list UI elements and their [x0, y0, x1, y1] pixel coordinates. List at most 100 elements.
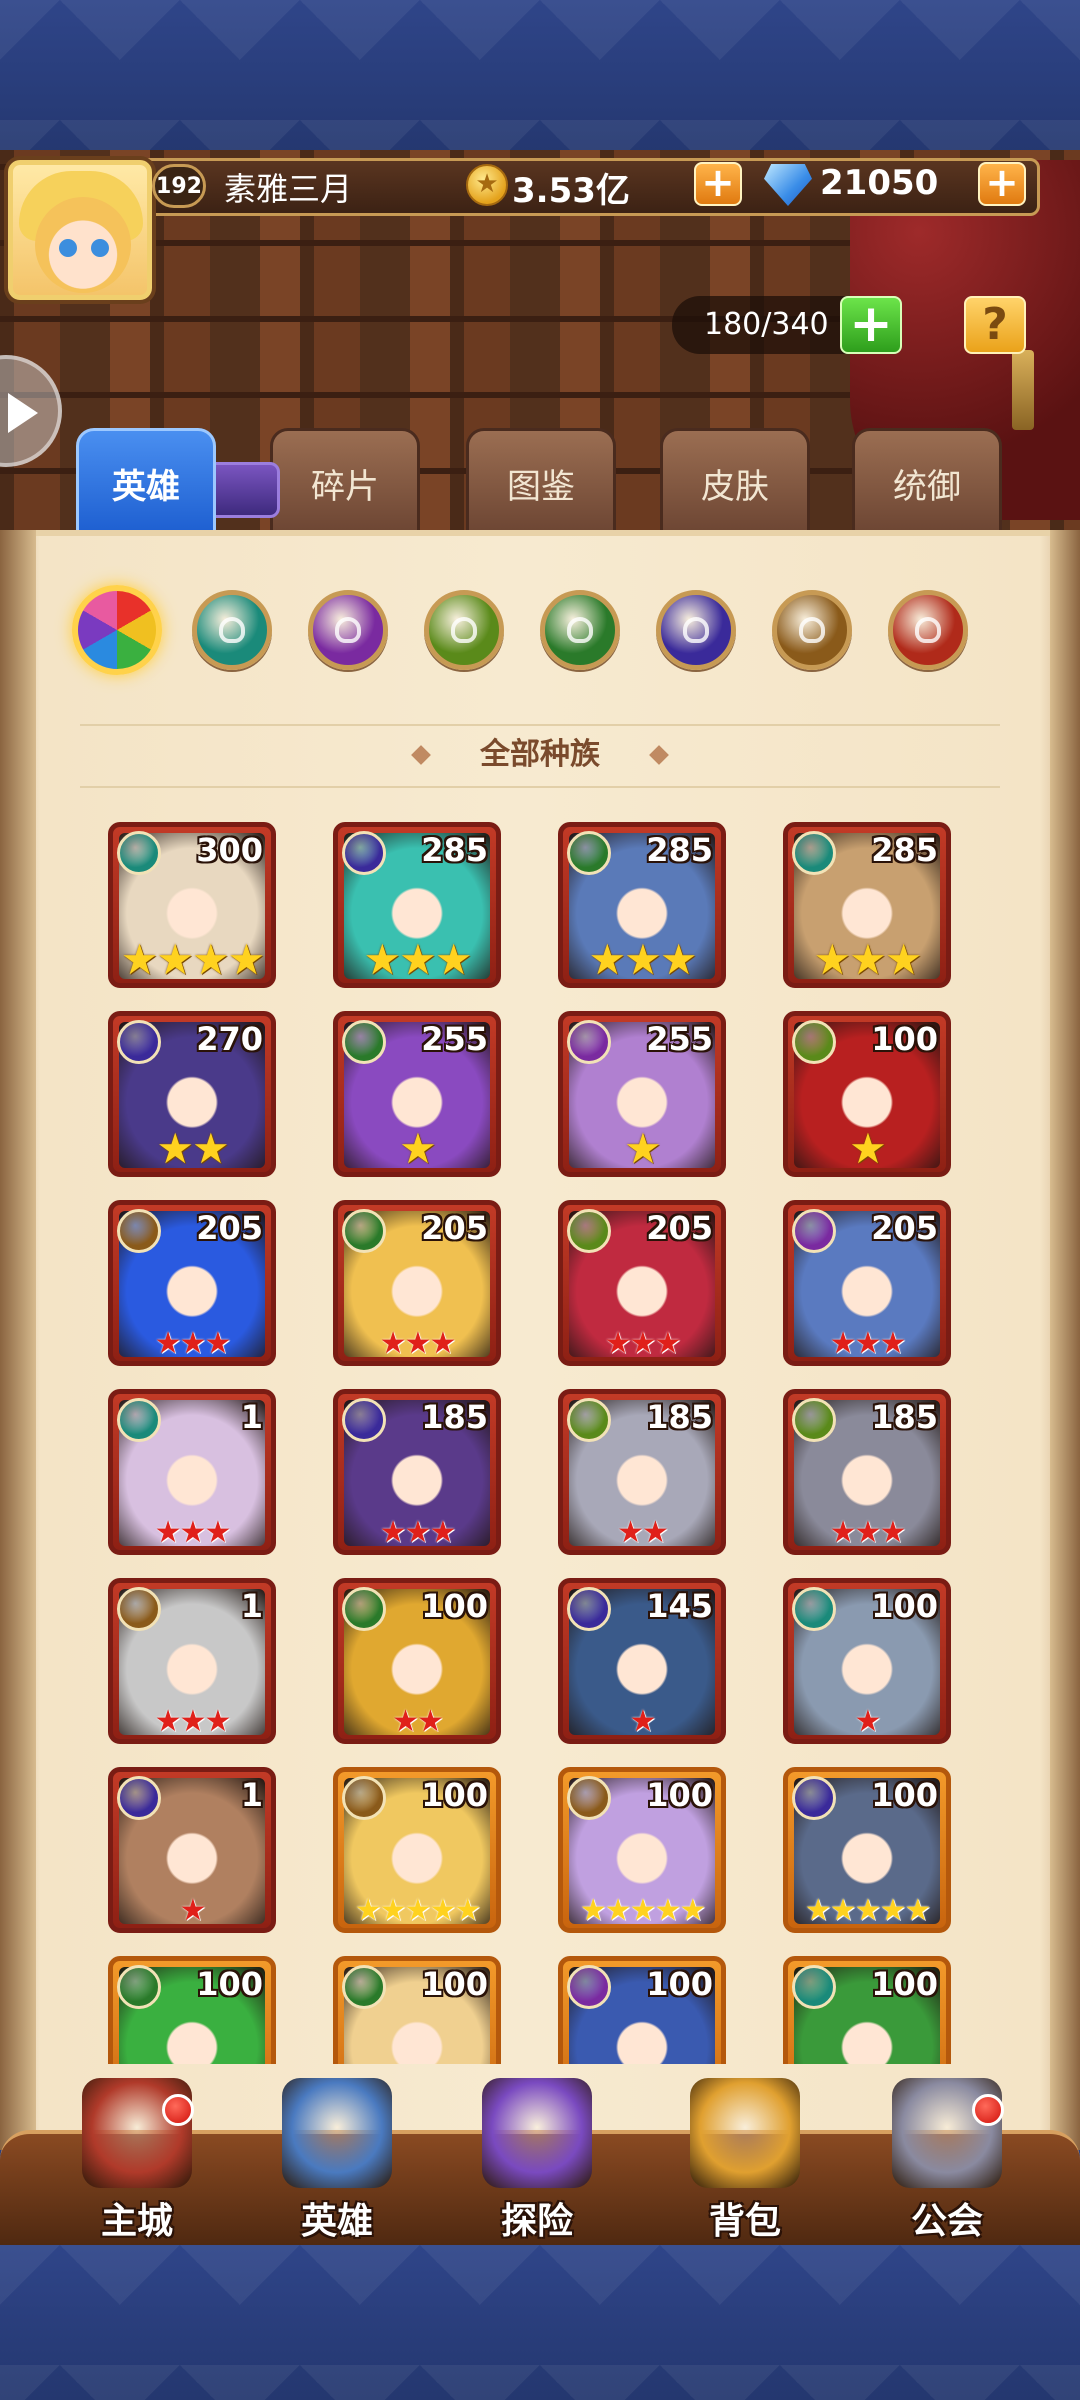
star-icon: ★ [629, 1326, 657, 1361]
forest-race-icon[interactable] [192, 590, 272, 670]
nav-guild[interactable]: 公会 [872, 2078, 1022, 2248]
leaf-race-icon[interactable] [540, 590, 620, 670]
nav-bag[interactable]: 背包 [670, 2078, 820, 2248]
hero-card[interactable]: 1 ★★★ [108, 1578, 276, 1744]
nav-castle[interactable]: 主城 [62, 2078, 212, 2248]
tab-skins[interactable]: 皮肤 [660, 428, 810, 540]
hero-card[interactable]: 185 ★★★ [783, 1389, 951, 1555]
hero-card[interactable]: 285 ★★★ [333, 822, 501, 988]
hero-card[interactable]: 100 ★★★★★ [558, 1767, 726, 1933]
star-icon: ★ [154, 1515, 182, 1550]
hero-card[interactable]: 145 ★ [558, 1578, 726, 1744]
hero-stars: ★★★ [113, 1707, 271, 1737]
hero-race-icon [792, 1965, 836, 2009]
hero-race-icon [117, 1398, 161, 1442]
hero-card[interactable]: 285 ★★★ [558, 822, 726, 988]
hero-card[interactable]: 205 ★★★ [558, 1200, 726, 1366]
demon-race-icon[interactable] [656, 590, 736, 670]
light-race-icon[interactable] [772, 590, 852, 670]
hero-level: 185 [646, 1398, 713, 1436]
star-icon: ★ [227, 935, 266, 984]
hero-card[interactable]: 100 ★★★★★ [783, 1767, 951, 1933]
coin-amount: 3.53亿 [512, 171, 630, 211]
nav-hero[interactable]: 英雄 [262, 2078, 412, 2248]
hero-card[interactable]: 255 ★ [558, 1011, 726, 1177]
hero-level: 145 [646, 1587, 713, 1625]
add-coins-button[interactable]: + [694, 162, 742, 206]
hero-level: 205 [421, 1209, 488, 1247]
hero-stars: ★★ [338, 1707, 496, 1737]
star-icon: ★ [154, 1704, 182, 1739]
star-icon: ★ [354, 1893, 382, 1928]
star-icon: ★ [454, 1893, 481, 1928]
hero-race-icon [117, 1587, 161, 1631]
hero-card[interactable]: 100 [333, 1956, 501, 2064]
hero-card[interactable]: 100 ★ [783, 1578, 951, 1744]
hero-level: 285 [871, 831, 938, 869]
hero-level: 185 [871, 1398, 938, 1436]
hero-card[interactable]: 205 ★★★ [333, 1200, 501, 1366]
hero-card[interactable]: 100 [783, 1956, 951, 2064]
hero-card[interactable]: 205 ★★★ [783, 1200, 951, 1366]
star-icon: ★ [854, 1704, 882, 1739]
all-races-icon[interactable] [72, 585, 162, 675]
star-icon: ★ [179, 1893, 207, 1928]
star-icon: ★ [654, 1893, 681, 1928]
star-icon: ★ [624, 1124, 662, 1173]
shadow-race-icon[interactable] [308, 590, 388, 670]
hero-card[interactable]: 270 ★★ [108, 1011, 276, 1177]
hero-card[interactable]: 100 [108, 1956, 276, 2064]
hero-level: 255 [421, 1020, 488, 1058]
hero-race-icon [117, 831, 161, 875]
hero-stars: ★★★★ [113, 939, 271, 981]
hero-card[interactable]: 205 ★★★ [108, 1200, 276, 1366]
hero-level: 100 [646, 1965, 713, 2003]
hero-race-icon [792, 1209, 836, 1253]
hero-card[interactable]: 255 ★ [333, 1011, 501, 1177]
hero-stars: ★★★ [563, 939, 721, 981]
nature-race-icon[interactable] [424, 590, 504, 670]
star-icon: ★ [179, 1515, 207, 1550]
hero-level: 255 [646, 1020, 713, 1058]
hero-stars: ★★★ [113, 1518, 271, 1548]
star-icon: ★ [429, 1515, 456, 1550]
hero-level: 205 [646, 1209, 713, 1247]
star-icon: ★ [629, 1893, 657, 1928]
hero-card[interactable]: 1 ★★★ [108, 1389, 276, 1555]
star-icon: ★ [654, 1326, 681, 1361]
tab-heroes[interactable]: 英雄 [76, 428, 216, 538]
hero-card[interactable]: 185 ★★★ [333, 1389, 501, 1555]
hero-card[interactable]: 100 ★ [783, 1011, 951, 1177]
star-icon: ★ [399, 1124, 437, 1173]
hero-card[interactable]: 185 ★★ [558, 1389, 726, 1555]
add-gems-button[interactable]: + [978, 162, 1026, 206]
hero-race-icon [567, 1398, 611, 1442]
tab-command[interactable]: 统御 [852, 428, 1002, 540]
hero-card[interactable]: 100 [558, 1956, 726, 2064]
nav-portal[interactable]: 探险 [462, 2078, 612, 2248]
hero-card[interactable]: 100 ★★ [333, 1578, 501, 1744]
hero-card[interactable]: 100 ★★★★★ [333, 1767, 501, 1933]
hero-card[interactable]: 1 ★ [108, 1767, 276, 1933]
hero-stars: ★★★ [338, 939, 496, 981]
tassel-decoration [1012, 350, 1034, 430]
star-icon: ★ [404, 1893, 432, 1928]
hero-race-icon [342, 1209, 386, 1253]
tab-codex[interactable]: 图鉴 [466, 428, 616, 540]
hero-level: 100 [871, 1020, 938, 1058]
hero-level: 185 [421, 1398, 488, 1436]
hero-level: 285 [646, 831, 713, 869]
star-icon: ★ [363, 935, 402, 984]
star-icon: ★ [854, 1515, 882, 1550]
expand-capacity-button[interactable]: + [840, 296, 902, 354]
hero-stars: ★★★ [338, 1518, 496, 1548]
hero-stars: ★★ [113, 1128, 271, 1170]
hero-race-icon [792, 1776, 836, 1820]
fortress-race-icon[interactable] [888, 590, 968, 670]
tab-fragments[interactable]: 碎片 [270, 428, 420, 540]
help-button[interactable]: ? [964, 296, 1026, 354]
avatar[interactable] [8, 160, 152, 300]
hero-card[interactable]: 285 ★★★ [783, 822, 951, 988]
star-icon: ★ [588, 935, 627, 984]
hero-card[interactable]: 300 ★★★★ [108, 822, 276, 988]
